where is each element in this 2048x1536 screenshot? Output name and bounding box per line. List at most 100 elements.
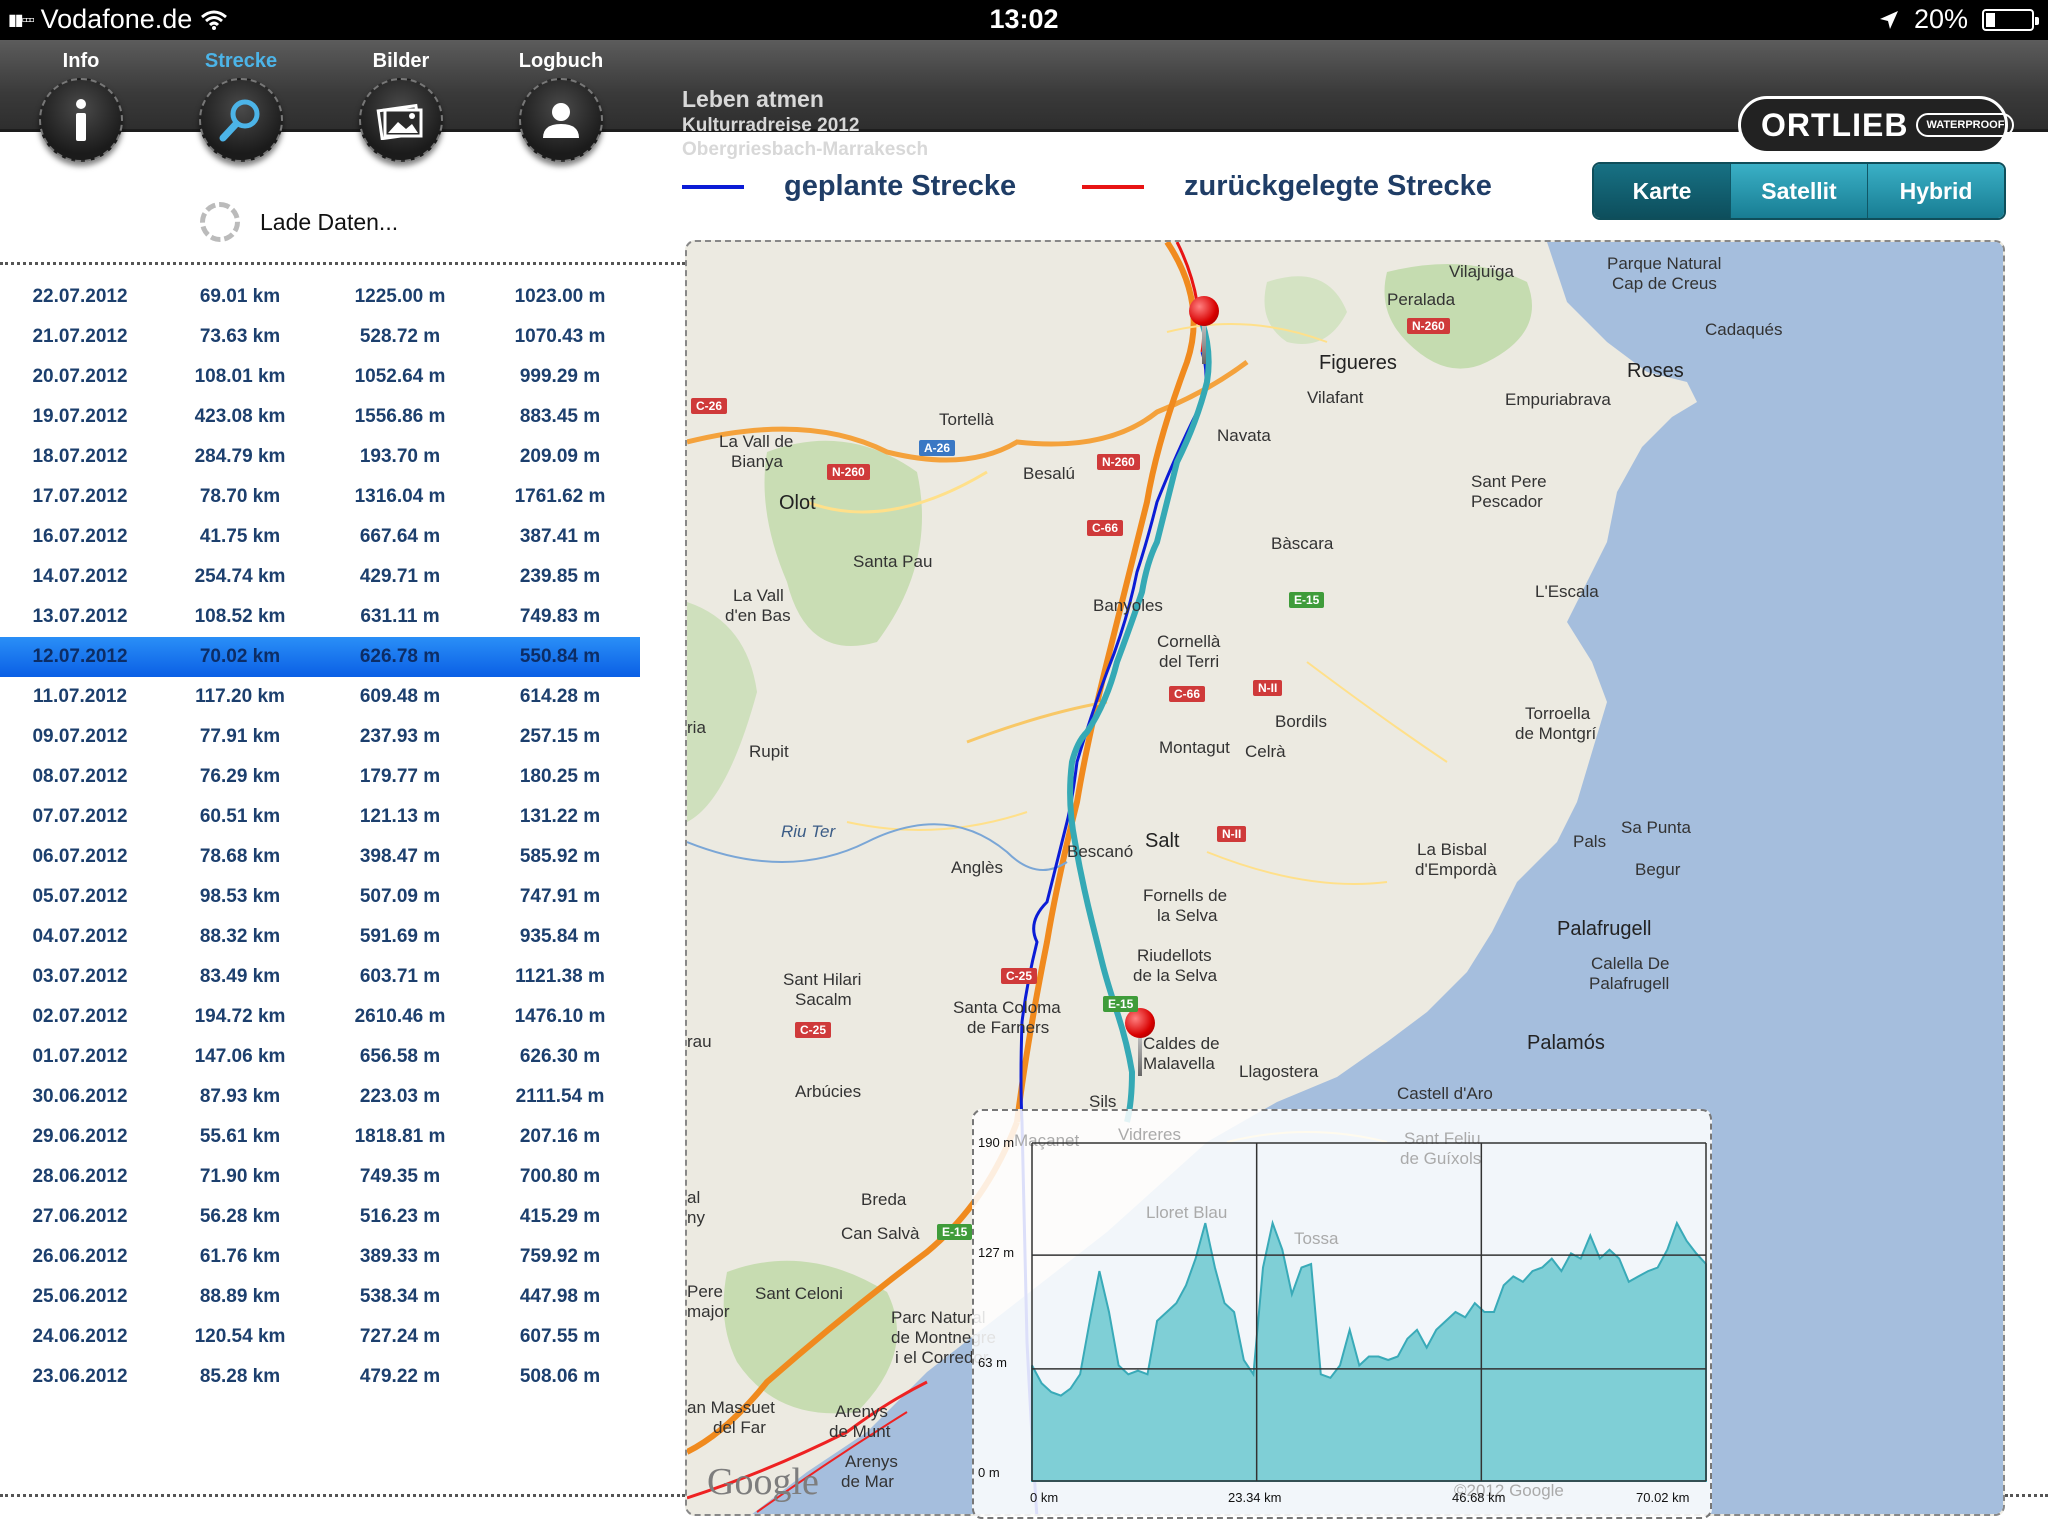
- trip-ascent: 479.22 m: [359, 1366, 441, 1387]
- map-type-satellit[interactable]: Satellit: [1730, 164, 1867, 218]
- trip-row[interactable]: 08.07.2012 76.29 km 179.77 m 180.25 m: [0, 757, 640, 797]
- top-nav-bar: Info Strecke Bilder Logbuch Leben atmen: [0, 40, 2048, 162]
- y-tick-label: 0 m: [978, 1465, 1000, 1480]
- trip-distance: 98.53 km: [199, 886, 281, 907]
- place-label: Breda: [861, 1190, 907, 1209]
- trip-distance: 147.06 km: [194, 1046, 286, 1067]
- place-label: Castell d'Aro: [1397, 1084, 1493, 1103]
- y-tick-label: 190 m: [978, 1135, 1015, 1150]
- trip-ascent: 223.03 m: [359, 1086, 441, 1107]
- trip-row[interactable]: 03.07.2012 83.49 km 603.71 m 1121.38 m: [0, 957, 640, 997]
- trip-ascent: 1316.04 m: [354, 486, 446, 507]
- status-bar: ▮▮▫▫▫ Vodafone.de 13:02 20%: [0, 0, 2048, 40]
- elevation-chart: [1031, 1142, 1707, 1482]
- trip-row[interactable]: 29.06.2012 55.61 km 1818.81 m 207.16 m: [0, 1117, 640, 1157]
- map-type-karte[interactable]: Karte: [1594, 164, 1730, 218]
- trip-row[interactable]: 17.07.2012 78.70 km 1316.04 m 1761.62 m: [0, 477, 640, 517]
- trip-row[interactable]: 20.07.2012 108.01 km 1052.64 m 999.29 m: [0, 357, 640, 397]
- trip-row[interactable]: 22.07.2012 69.01 km 1225.00 m 1023.00 m: [0, 277, 640, 317]
- trip-row[interactable]: 19.07.2012 423.08 km 1556.86 m 883.45 m: [0, 397, 640, 437]
- photos-icon: [359, 78, 443, 162]
- trip-distance: 284.79 km: [194, 446, 286, 467]
- trip-date: 23.06.2012: [32, 1366, 128, 1387]
- trip-date: 26.06.2012: [32, 1246, 128, 1267]
- trip-row[interactable]: 27.06.2012 56.28 km 516.23 m 415.29 m: [0, 1197, 640, 1237]
- trip-distance: 423.08 km: [194, 406, 286, 427]
- trip-date: 24.06.2012: [32, 1326, 128, 1347]
- place-label: Santa Pau: [853, 552, 933, 571]
- map-type-hybrid[interactable]: Hybrid: [1867, 164, 2004, 218]
- trip-descent: 415.29 m: [519, 1206, 601, 1227]
- elevation-profile: Maçanet Vidreres Sant Feliu de Guíxols L…: [972, 1109, 1712, 1519]
- trip-distance: 194.72 km: [194, 1006, 286, 1027]
- trip-date: 13.07.2012: [32, 606, 128, 627]
- start-pin-icon[interactable]: [1189, 296, 1219, 366]
- place-label: major: [687, 1302, 730, 1321]
- place-label: Sant Hilari: [783, 970, 862, 989]
- trip-row[interactable]: 05.07.2012 98.53 km 507.09 m 747.91 m: [0, 877, 640, 917]
- trip-date: 28.06.2012: [32, 1166, 128, 1187]
- trip-row[interactable]: 18.07.2012 284.79 km 193.70 m 209.09 m: [0, 437, 640, 477]
- road-label: C-66: [1169, 686, 1206, 702]
- place-label: Olot: [779, 492, 816, 514]
- trip-ascent: 398.47 m: [359, 846, 441, 867]
- trip-row[interactable]: 24.06.2012 120.54 km 727.24 m 607.55 m: [0, 1317, 640, 1357]
- trip-row[interactable]: 06.07.2012 78.68 km 398.47 m 585.92 m: [0, 837, 640, 877]
- trip-row[interactable]: 02.07.2012 194.72 km 2610.46 m 1476.10 m: [0, 997, 640, 1037]
- trip-descent: 257.15 m: [519, 726, 601, 747]
- tab-logbuch[interactable]: Logbuch: [486, 40, 636, 172]
- trip-date: 30.06.2012: [32, 1086, 128, 1107]
- tab-bilder[interactable]: Bilder: [326, 40, 476, 172]
- trip-distance: 108.01 km: [194, 366, 286, 387]
- trip-row[interactable]: 28.06.2012 71.90 km 749.35 m 700.80 m: [0, 1157, 640, 1197]
- tab-info[interactable]: Info: [6, 40, 156, 172]
- trip-descent: 1476.10 m: [514, 1006, 606, 1027]
- trip-row[interactable]: 14.07.2012 254.74 km 429.71 m 239.85 m: [0, 557, 640, 597]
- trip-ascent: 1556.86 m: [354, 406, 446, 427]
- place-label: Caldes de: [1143, 1034, 1220, 1053]
- place-label: de Mar: [841, 1472, 894, 1491]
- place-label: L'Escala: [1535, 582, 1599, 601]
- trip-row[interactable]: 23.06.2012 85.28 km 479.22 m 508.06 m: [0, 1357, 640, 1397]
- trip-row[interactable]: 26.06.2012 61.76 km 389.33 m 759.92 m: [0, 1237, 640, 1277]
- x-tick-label: 46.68 km: [1452, 1490, 1506, 1505]
- trip-row[interactable]: 04.07.2012 88.32 km 591.69 m 935.84 m: [0, 917, 640, 957]
- trip-row[interactable]: 07.07.2012 60.51 km 121.13 m 131.22 m: [0, 797, 640, 837]
- place-label: de Montgrí: [1515, 724, 1597, 743]
- place-label: Celrà: [1245, 742, 1286, 761]
- trip-row[interactable]: 01.07.2012 147.06 km 656.58 m 626.30 m: [0, 1037, 640, 1077]
- place-label: Parque Natural: [1607, 254, 1722, 273]
- place-label: Begur: [1635, 860, 1681, 879]
- trip-distance: 41.75 km: [199, 526, 281, 547]
- trip-descent: 759.92 m: [519, 1246, 601, 1267]
- place-label: Can Salvà: [841, 1224, 920, 1243]
- trip-ascent: 2610.46 m: [354, 1006, 446, 1027]
- trip-date: 03.07.2012: [32, 966, 128, 987]
- trip-row[interactable]: 11.07.2012 117.20 km 609.48 m 614.28 m: [0, 677, 640, 717]
- y-tick-label: 127 m: [978, 1245, 1015, 1260]
- trip-row[interactable]: 25.06.2012 88.89 km 538.34 m 447.98 m: [0, 1277, 640, 1317]
- trip-subtitle: Kulturradreise 2012: [682, 115, 860, 136]
- trip-row[interactable]: 21.07.2012 73.63 km 528.72 m 1070.43 m: [0, 317, 640, 357]
- trip-title-main: Leben atmen: [682, 86, 824, 112]
- battery-percent: 20%: [1913, 4, 1968, 34]
- trip-row[interactable]: 13.07.2012 108.52 km 631.11 m 749.83 m: [0, 597, 640, 637]
- trip-date: 22.07.2012: [32, 286, 128, 307]
- place-label: d'Empordà: [1415, 860, 1497, 879]
- tab-label: Info: [62, 50, 100, 72]
- trip-row[interactable]: 30.06.2012 87.93 km 223.03 m 2111.54 m: [0, 1077, 640, 1117]
- trip-descent: 607.55 m: [519, 1326, 601, 1347]
- trip-descent: 935.84 m: [519, 926, 601, 947]
- trip-descent: 626.30 m: [519, 1046, 601, 1067]
- trip-row[interactable]: 16.07.2012 41.75 km 667.64 m 387.41 m: [0, 517, 640, 557]
- place-label: Pere: [687, 1282, 723, 1301]
- place-label: Palafrugell: [1589, 974, 1670, 993]
- trip-date: 12.07.2012: [32, 646, 128, 667]
- place-label: ria: [687, 718, 706, 737]
- place-label: Roses: [1627, 360, 1684, 382]
- trip-date: 04.07.2012: [32, 926, 128, 947]
- trip-row[interactable]: 12.07.2012 70.02 km 626.78 m 550.84 m: [0, 637, 640, 677]
- place-label: an Massuet: [687, 1398, 775, 1417]
- tab-strecke[interactable]: Strecke: [166, 40, 316, 172]
- trip-row[interactable]: 09.07.2012 77.91 km 237.93 m 257.15 m: [0, 717, 640, 757]
